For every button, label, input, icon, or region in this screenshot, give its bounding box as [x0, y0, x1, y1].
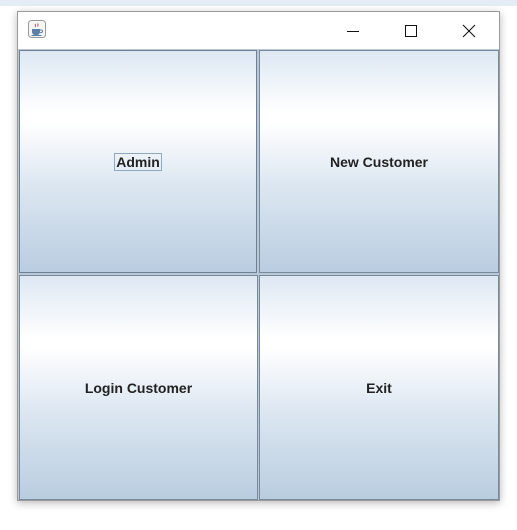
- login-customer-button[interactable]: Login Customer: [19, 275, 258, 500]
- maximize-button[interactable]: [388, 12, 434, 49]
- exit-button-label: Exit: [366, 379, 392, 396]
- maximize-icon: [405, 24, 417, 37]
- exit-button[interactable]: Exit: [259, 275, 499, 500]
- app-window: Admin New Customer Login Customer Exit: [17, 11, 500, 501]
- minimize-icon: [347, 30, 359, 32]
- close-button[interactable]: [446, 12, 492, 49]
- admin-button[interactable]: Admin: [19, 50, 257, 273]
- new-customer-button-label: New Customer: [329, 153, 429, 170]
- java-coffee-cup-icon: [28, 20, 46, 38]
- new-customer-button[interactable]: New Customer: [259, 50, 499, 273]
- admin-button-label: Admin: [114, 152, 162, 171]
- desktop-background: [0, 0, 517, 6]
- close-icon: [462, 24, 476, 37]
- title-bar[interactable]: [18, 12, 499, 49]
- minimize-button[interactable]: [330, 12, 376, 49]
- login-customer-button-label: Login Customer: [84, 379, 193, 396]
- button-grid: Admin New Customer Login Customer Exit: [18, 49, 499, 500]
